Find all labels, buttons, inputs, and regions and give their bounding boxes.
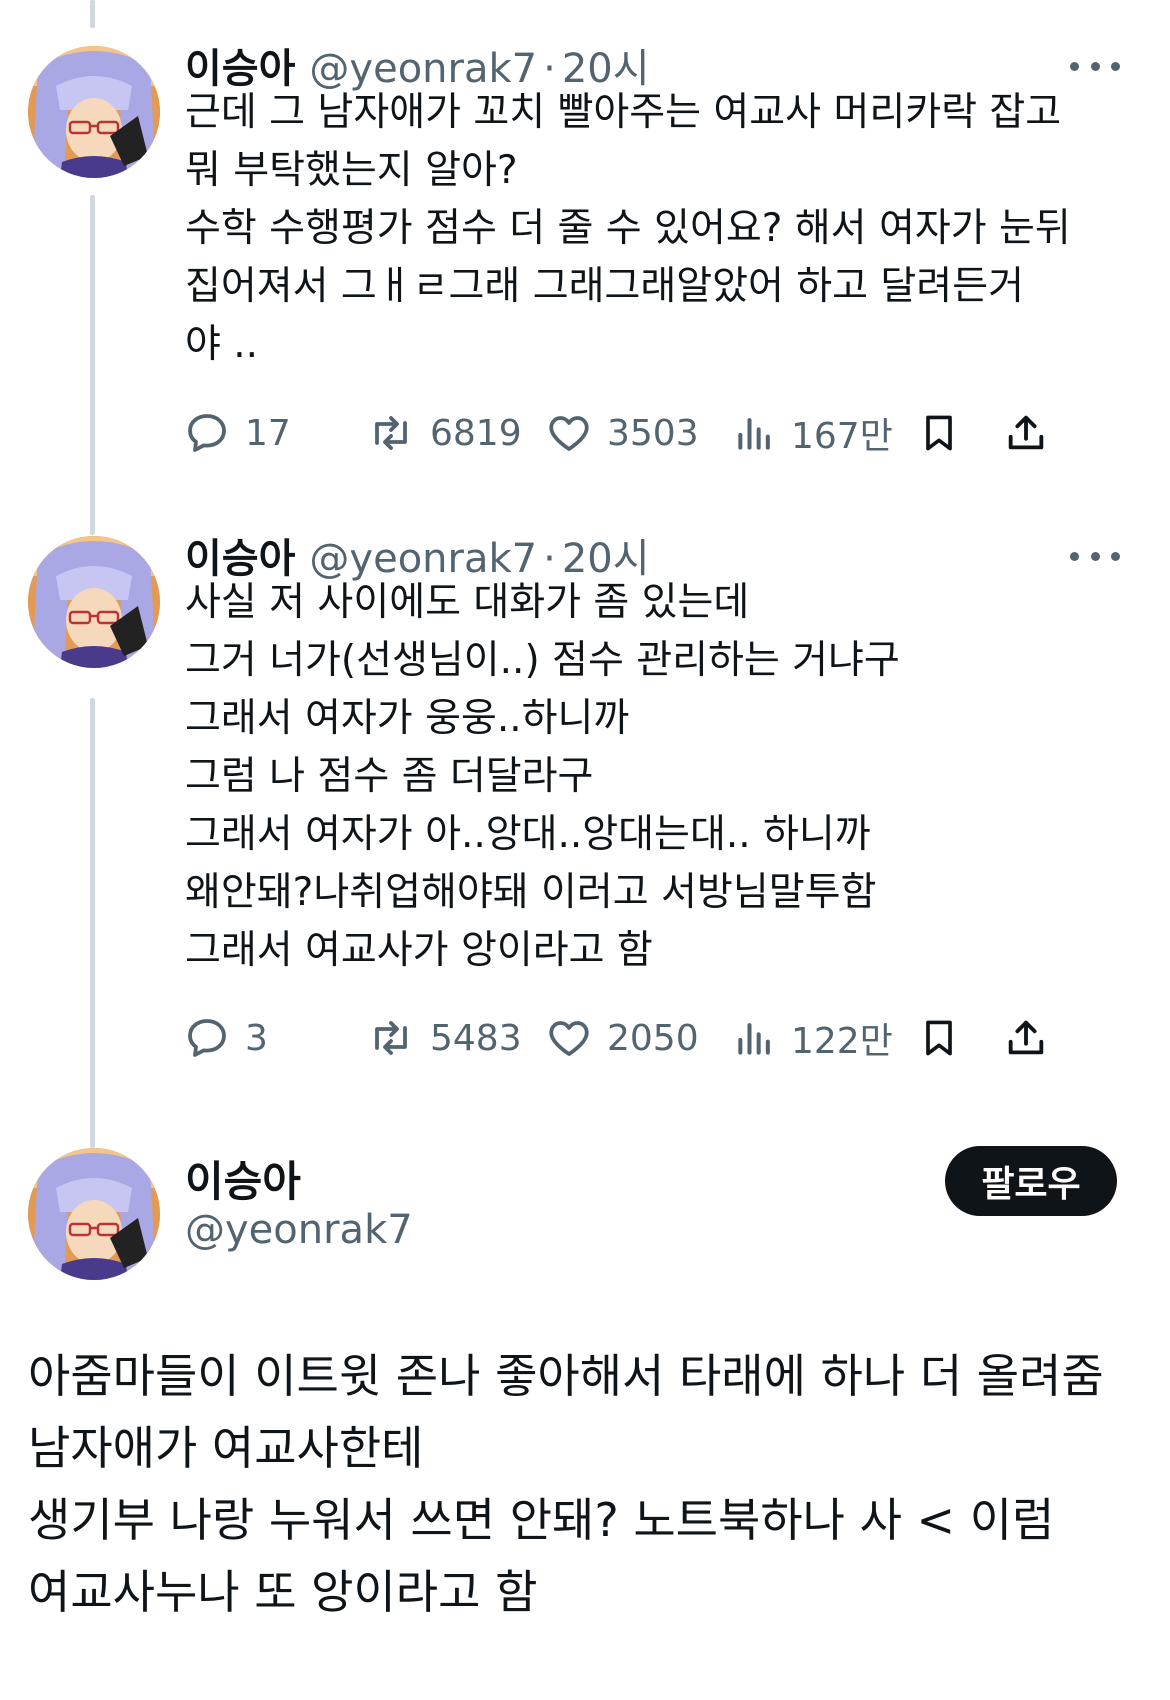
post-text-line: 생기부 나랑 누워서 쓰면 안돼? 노트북하나 사 < 이럼 [28,1493,1055,1547]
like-button[interactable]: 3503 [545,403,699,463]
thread-line-1 [90,195,95,535]
tweet-header: 이승아 @yeonrak7 · 20시 [185,36,650,92]
tweet-text-line: 뭐 부탁했는지 알아? [185,148,518,193]
tweet-text-line: 수학 수행평가 점수 더 줄 수 있어요? 해서 여자가 눈뒤 [185,206,1071,251]
post-text-line: 여교사누나 또 앙이라고 함 [28,1565,538,1619]
more-dots-icon[interactable] [1070,56,1120,76]
bookmark-button[interactable] [917,1008,961,1068]
share-button[interactable] [1003,1008,1049,1068]
reply-button[interactable]: 17 [183,403,291,463]
like-button[interactable]: 2050 [545,1008,699,1068]
views-count: 167만 [791,416,893,457]
heart-icon [549,1021,589,1056]
retweet-icon [375,1021,407,1055]
reply-count: 17 [245,412,291,454]
tweet-text-line: 그래서 여자가 웅웅..하니까 [185,696,630,741]
tweet-text-line: 그래서 여교사가 앙이라고 함 [185,928,653,973]
bar-chart-icon [738,1023,770,1055]
share-button[interactable] [1003,403,1049,463]
reply-button[interactable]: 3 [183,1008,268,1068]
retweet-button[interactable]: 5483 [366,1008,522,1068]
tweet-body: 근데 그 남자애가 꼬치 빨아주는 여교사 머리카락 잡고 뭐 부탁했는지 알아… [185,84,1135,374]
views-count: 122만 [791,1021,893,1062]
bookmark-button[interactable] [917,403,961,463]
reply-count: 3 [245,1017,268,1059]
views-button[interactable]: 122만 [733,1008,893,1068]
reply-bubble-icon [188,414,226,452]
bookmark-icon [926,1020,952,1056]
like-count: 3503 [607,412,699,454]
more-dots-icon[interactable] [1070,546,1120,566]
avatar[interactable] [28,536,160,668]
post-text-line: 남자애가 여교사한테 [28,1421,424,1475]
author-handle[interactable]: @yeonrak7 [185,1207,413,1253]
author-name[interactable]: 이승아 [185,1148,301,1209]
bar-chart-icon [738,418,770,450]
tweet-body: 사실 저 사이에도 대화가 좀 있는데 그거 너가(선생님이..) 점수 관리하… [185,574,1135,980]
tweet-text-line: 사실 저 사이에도 대화가 좀 있는데 [185,580,750,625]
tweet-text-line: 그래서 여자가 아..앙대..앙대는대.. 하니까 [185,812,871,857]
avatar[interactable] [28,46,160,178]
thread-line-top [90,0,95,28]
retweet-button[interactable]: 6819 [366,403,522,463]
bookmark-icon [926,415,952,451]
tweet-text-line: 그거 너가(선생님이..) 점수 관리하는 거냐구 [185,638,900,683]
retweet-count: 5483 [430,1017,522,1059]
views-button[interactable]: 167만 [733,403,893,463]
share-upload-icon [1008,415,1044,450]
tweet-text-line: 야 .. [185,322,259,367]
tweet-actions: 3 5483 2050 122만 [183,1008,1143,1068]
heart-icon [549,416,589,451]
tweet-text-line: 그럼 나 점수 좀 더달라구 [185,754,594,799]
post-text-line: 아줌마들이 이트윗 존나 좋아해서 타래에 하나 더 올려줌 [28,1349,1104,1403]
tweet-actions: 17 6819 3503 167만 [183,403,1143,463]
avatar[interactable] [28,1148,160,1280]
retweet-icon [375,416,407,450]
retweet-count: 6819 [430,412,522,454]
like-count: 2050 [607,1017,699,1059]
thread-line-2 [90,698,95,1148]
follow-button[interactable]: 팔로우 [945,1146,1117,1216]
share-upload-icon [1008,1020,1044,1055]
main-post-body: 아줌마들이 이트윗 존나 좋아해서 타래에 하나 더 올려줌 남자애가 여교사한… [28,1340,1148,1628]
tweet-text-line: 집어져서 그ㅐㄹ그래 그래그래알았어 하고 달려든거 [185,264,1024,309]
tweet-text-line: 왜안돼?나취업해야돼 이러고 서방님말투함 [185,870,877,915]
tweet-header: 이승아 @yeonrak7 · 20시 [185,526,650,582]
tweet-text-line: 근데 그 남자애가 꼬치 빨아주는 여교사 머리카락 잡고 [185,90,1062,135]
reply-bubble-icon [188,1019,226,1057]
